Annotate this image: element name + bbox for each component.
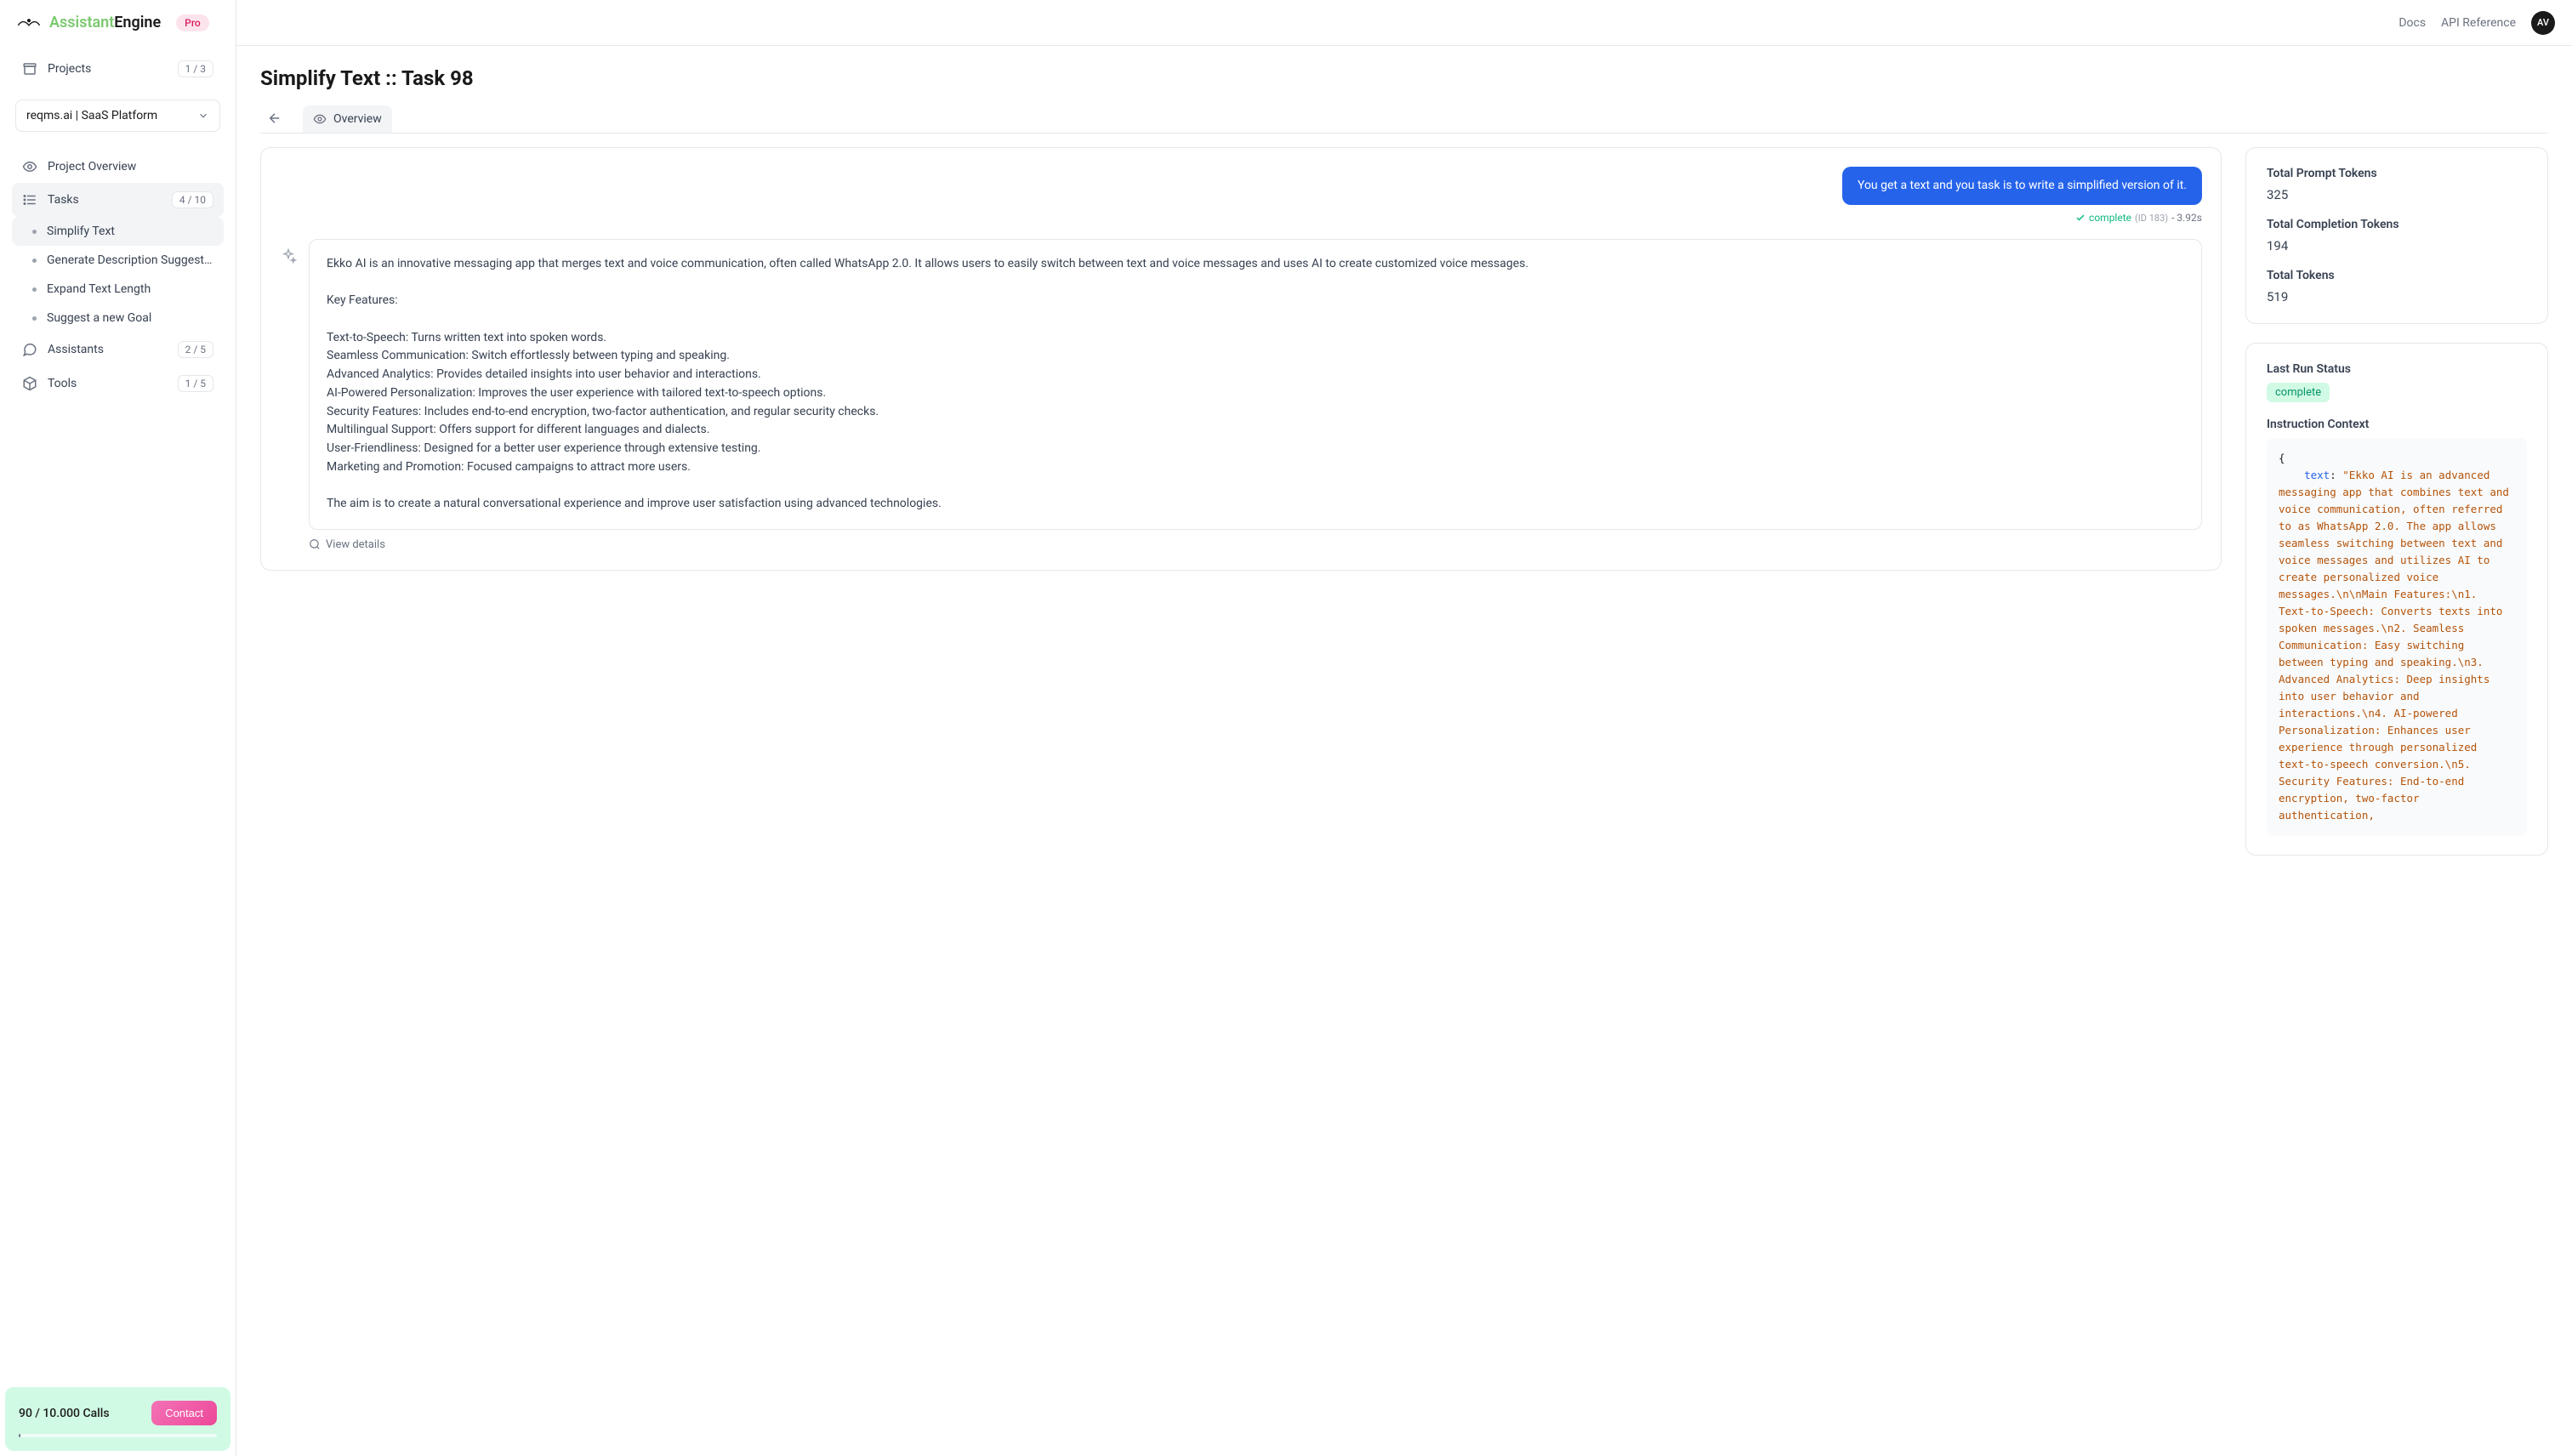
eye-icon: [313, 112, 327, 126]
sidebar-item-label: Assistants: [48, 343, 168, 356]
count-badge: 1 / 3: [178, 60, 213, 77]
status-label: Last Run Status: [2267, 362, 2527, 376]
task-generate-description[interactable]: Generate Description Suggestion...: [12, 246, 224, 275]
eye-icon: [22, 159, 37, 174]
view-details-button[interactable]: View details: [309, 538, 2202, 551]
chat-card: You get a text and you task is to write …: [260, 147, 2222, 571]
project-selector[interactable]: reqms.ai | SaaS Platform: [15, 100, 220, 132]
sidebar-projects[interactable]: Projects 1 / 3: [12, 52, 224, 86]
page-title: Simplify Text :: Task 98: [260, 66, 2548, 90]
metric-label: Total Tokens: [2267, 269, 2527, 282]
task-expand-text[interactable]: Expand Text Length: [12, 275, 224, 304]
logo-icon: [17, 16, 41, 30]
search-icon: [309, 538, 321, 550]
instruction-context-code: { text: "Ekko AI is an advanced messagin…: [2267, 438, 2527, 836]
run-status-line: complete (ID 183) - 3.92s: [280, 212, 2202, 224]
cube-icon: [22, 376, 37, 391]
sidebar-tasks[interactable]: Tasks 4 / 10: [12, 183, 224, 217]
sidebar-item-label: Tools: [48, 377, 168, 390]
back-button[interactable]: [260, 104, 289, 133]
assistant-message: Ekko AI is an innovative messaging app t…: [309, 239, 2202, 530]
chat-icon: [22, 342, 37, 357]
context-label: Instruction Context: [2267, 418, 2527, 431]
sidebar-item-label: Project Overview: [48, 160, 213, 173]
usage-bar: [19, 1434, 217, 1437]
sidebar-item-label: Projects: [48, 62, 168, 76]
chevron-down-icon: [197, 110, 209, 122]
sidebar-item-label: Tasks: [48, 193, 162, 207]
status-badge: complete: [2267, 383, 2330, 402]
usage-text: 90 / 10.000 Calls: [19, 1407, 110, 1420]
count-badge: 4 / 10: [172, 191, 213, 208]
sidebar: AssistantEngine Pro Projects 1 / 3 reqms…: [0, 0, 236, 1456]
usage-card: 90 / 10.000 Calls Contact: [5, 1387, 230, 1451]
metric-label: Total Prompt Tokens: [2267, 167, 2527, 180]
metric-value: 519: [2267, 289, 2527, 304]
tab-label: Overview: [333, 112, 382, 126]
count-badge: 1 / 5: [178, 375, 213, 392]
sidebar-tools[interactable]: Tools 1 / 5: [12, 367, 224, 401]
count-badge: 2 / 5: [178, 341, 213, 358]
pro-badge: Pro: [176, 14, 209, 31]
metric-label: Total Completion Tokens: [2267, 218, 2527, 231]
tab-overview[interactable]: Overview: [303, 105, 392, 133]
api-reference-link[interactable]: API Reference: [2441, 16, 2516, 30]
logo: AssistantEngine Pro: [0, 0, 236, 45]
user-message: You get a text and you task is to write …: [1842, 167, 2202, 205]
topbar: Docs API Reference AV: [236, 0, 2572, 46]
docs-link[interactable]: Docs: [2398, 16, 2426, 30]
sparkle-icon: [280, 247, 297, 264]
sidebar-project-overview[interactable]: Project Overview: [12, 151, 224, 183]
sidebar-assistants[interactable]: Assistants 2 / 5: [12, 333, 224, 367]
check-icon: [2075, 213, 2085, 223]
project-selector-value: reqms.ai | SaaS Platform: [26, 109, 157, 122]
task-suggest-goal[interactable]: Suggest a new Goal: [12, 304, 224, 333]
tab-row: Overview: [260, 104, 2548, 134]
arrow-left-icon: [267, 111, 282, 126]
metric-value: 194: [2267, 238, 2527, 253]
main: Docs API Reference AV Simplify Text :: T…: [236, 0, 2572, 1456]
metric-value: 325: [2267, 187, 2527, 202]
task-simplify-text[interactable]: Simplify Text: [12, 217, 224, 246]
run-status-card: Last Run Status complete Instruction Con…: [2245, 343, 2548, 856]
avatar[interactable]: AV: [2531, 11, 2555, 35]
contact-button[interactable]: Contact: [151, 1401, 217, 1425]
box-icon: [22, 61, 37, 77]
logo-text: AssistantEngine: [49, 14, 161, 31]
token-metrics-card: Total Prompt Tokens 325 Total Completion…: [2245, 147, 2548, 324]
list-icon: [22, 192, 37, 208]
